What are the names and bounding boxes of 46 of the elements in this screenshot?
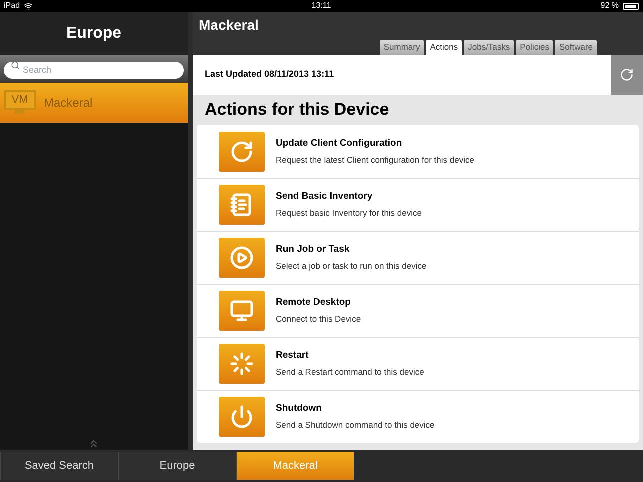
play-icon bbox=[219, 238, 265, 278]
action-description: Send a Restart command to this device bbox=[276, 366, 424, 379]
action-description: Request the latest Client configuration for this device bbox=[276, 154, 474, 166]
device-name: Mackeral bbox=[44, 95, 93, 112]
wifi-icon bbox=[24, 2, 34, 10]
action-row[interactable]: Restart Send a Restart command to this device bbox=[197, 337, 639, 390]
action-description: Send a Shutdown command to this device bbox=[276, 419, 435, 432]
breadcrumb[interactable]: Saved Search bbox=[0, 452, 118, 480]
action-title: Run Job or Task bbox=[276, 243, 351, 257]
action-description: Request basic Inventory for this device bbox=[276, 207, 422, 220]
device-name: iPad bbox=[4, 0, 20, 12]
action-row[interactable]: Run Job or Task Select a job or task to run on this device bbox=[197, 231, 639, 284]
search-icon bbox=[11, 61, 20, 70]
tab[interactable]: Software bbox=[555, 40, 597, 55]
tab[interactable]: Jobs/Tasks bbox=[464, 40, 514, 55]
section-title: Actions for this Device bbox=[205, 99, 390, 122]
action-title: Send Basic Inventory bbox=[276, 190, 374, 204]
battery-percentage: 92 % bbox=[600, 0, 619, 12]
refresh-icon bbox=[620, 68, 634, 82]
action-row[interactable]: Send Basic Inventory Request basic Inventory for this device bbox=[197, 178, 639, 231]
action-row[interactable]: Remote Desktop Connect to this Device bbox=[197, 284, 639, 337]
action-row[interactable]: Update Client Configuration Request the latest Client configuration for this device bbox=[197, 125, 639, 178]
device-title: Mackeral bbox=[199, 16, 260, 35]
search-field[interactable]: Search bbox=[4, 62, 184, 78]
tab[interactable]: Summary bbox=[380, 40, 424, 55]
breadcrumb[interactable]: Europe bbox=[118, 452, 236, 480]
power-icon bbox=[219, 397, 265, 437]
action-title: Update Client Configuration bbox=[276, 136, 404, 150]
battery-icon bbox=[623, 2, 639, 10]
refresh-icon bbox=[219, 132, 265, 172]
tab[interactable]: Policies bbox=[516, 40, 554, 55]
expand-icon[interactable] bbox=[88, 438, 100, 450]
action-title: Restart bbox=[276, 349, 310, 363]
sidebar-title: Europe bbox=[66, 24, 122, 44]
action-description: Connect to this Device bbox=[276, 313, 362, 326]
spinner-icon bbox=[219, 344, 265, 384]
clock: 13:11 bbox=[312, 0, 332, 12]
refresh-button[interactable] bbox=[611, 55, 643, 95]
notepad-icon bbox=[219, 185, 265, 225]
monitor-icon bbox=[219, 291, 265, 331]
tab[interactable]: Actions bbox=[426, 40, 462, 55]
action-title: Remote Desktop bbox=[276, 296, 352, 310]
action-title: Shutdown bbox=[276, 402, 323, 416]
action-description: Select a job or task to run on this device bbox=[276, 260, 427, 273]
action-row[interactable]: Shutdown Send a Shutdown command to this device bbox=[197, 390, 639, 443]
last-updated-text: Last Updated 08/11/2013 13:11 bbox=[204, 68, 336, 82]
